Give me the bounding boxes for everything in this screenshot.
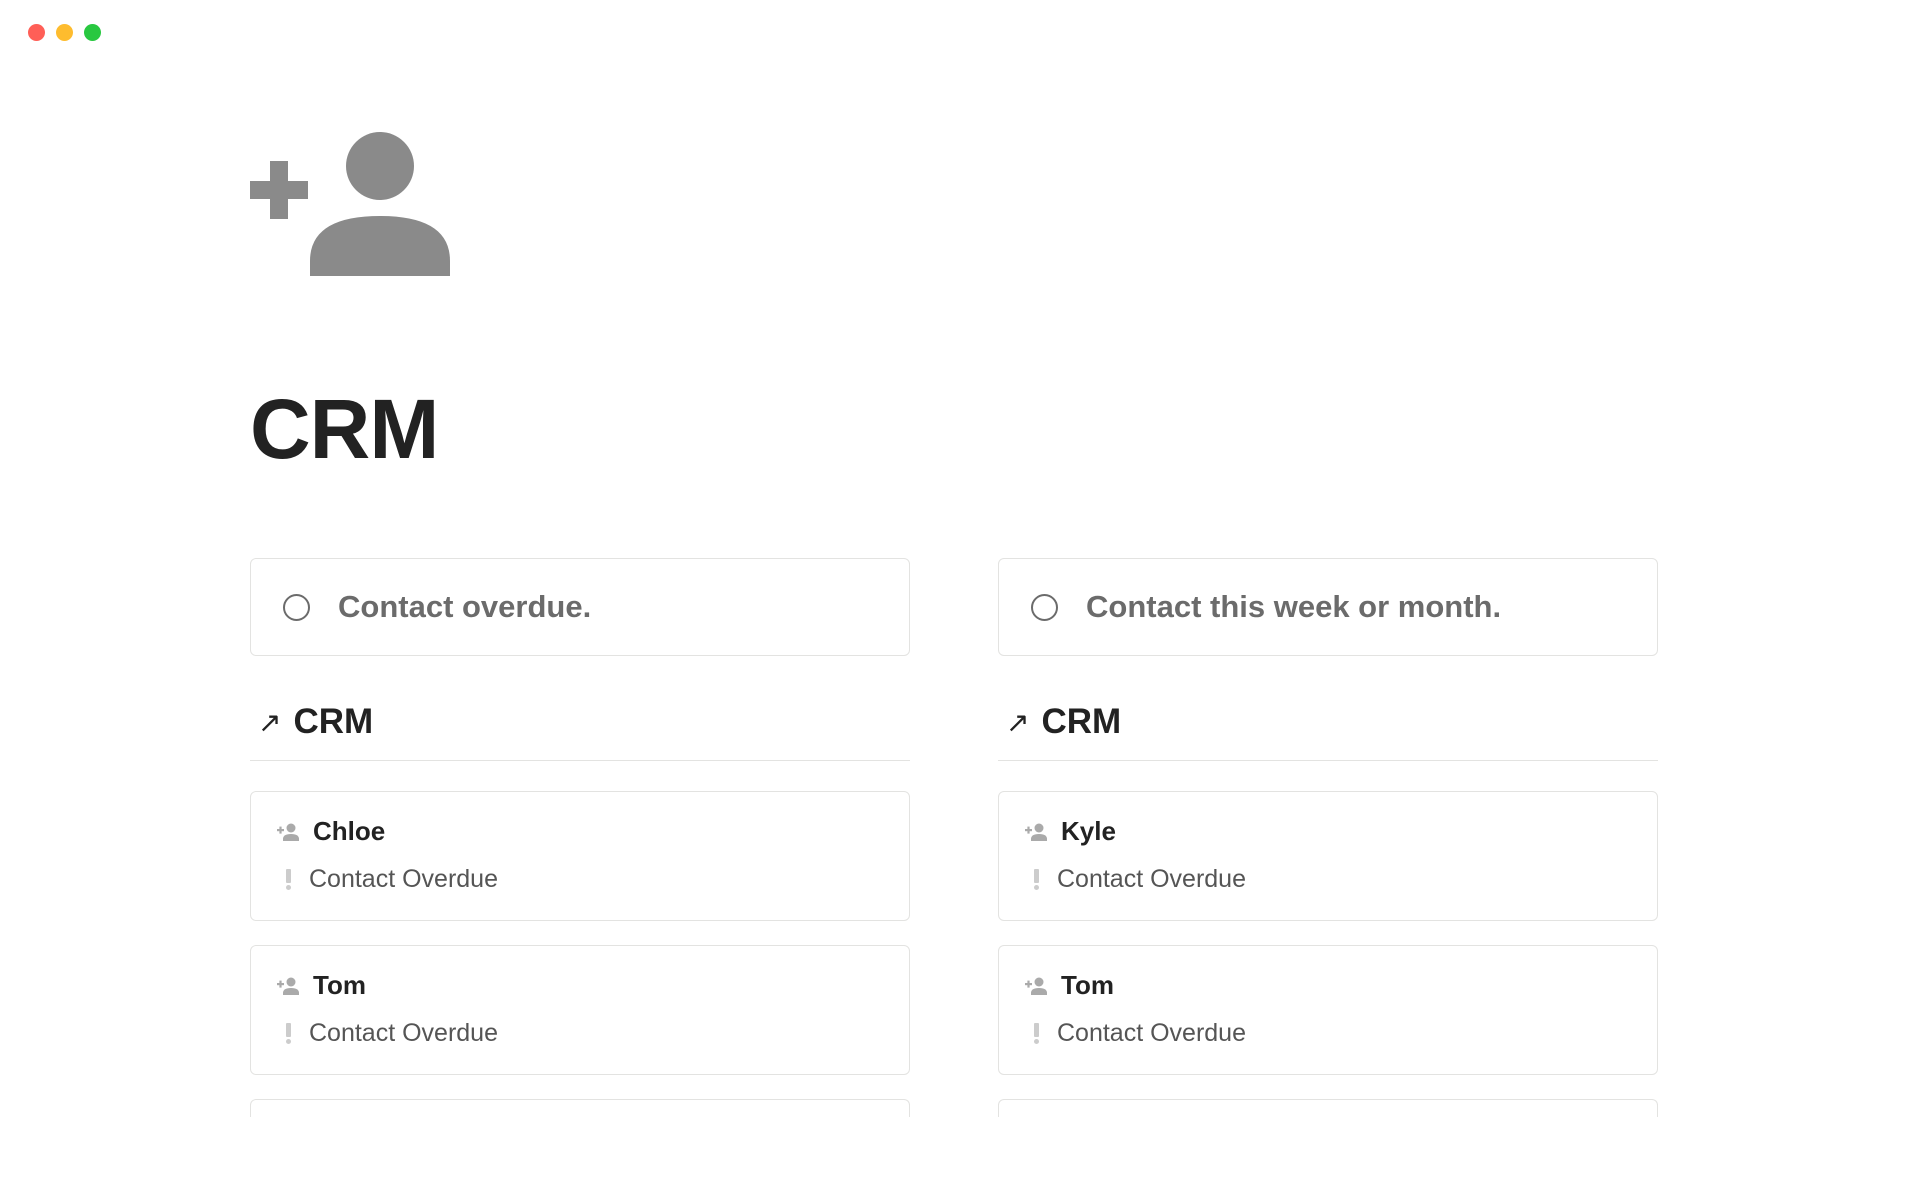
arrow-northeast-icon: ↗ xyxy=(1006,706,1029,739)
contact-status: Contact Overdue xyxy=(1057,1019,1246,1048)
contact-name: Kyle xyxy=(1061,816,1116,847)
contact-name-row: Tom xyxy=(277,970,883,1001)
person-add-icon xyxy=(1025,823,1047,841)
person-add-icon xyxy=(250,131,450,276)
contact-name: Tom xyxy=(1061,970,1114,1001)
contact-status-row: Contact Overdue xyxy=(1025,865,1631,894)
arrow-northeast-icon: ↗ xyxy=(258,706,281,739)
window-close-button[interactable] xyxy=(28,24,45,41)
window-controls xyxy=(0,0,1920,41)
section-header[interactable]: ↗ CRM xyxy=(250,684,910,761)
contact-card-partial[interactable] xyxy=(998,1099,1658,1117)
contact-name: Chloe xyxy=(313,816,385,847)
callout-box[interactable]: Contact this week or month. xyxy=(998,558,1658,656)
person-add-icon xyxy=(277,823,299,841)
circle-icon xyxy=(283,594,310,621)
contact-status: Contact Overdue xyxy=(309,1019,498,1048)
column-this-week: Contact this week or month. ↗ CRM Kyle xyxy=(998,558,1658,1117)
contact-status-row: Contact Overdue xyxy=(277,1019,883,1048)
contact-name-row: Chloe xyxy=(277,816,883,847)
exclamation-icon xyxy=(283,1023,293,1045)
section-header[interactable]: ↗ CRM xyxy=(998,684,1658,761)
contact-status-row: Contact Overdue xyxy=(277,865,883,894)
page-content: CRM Contact overdue. ↗ CRM xyxy=(0,41,1920,1117)
contact-status-row: Contact Overdue xyxy=(1025,1019,1631,1048)
contact-name-row: Tom xyxy=(1025,970,1631,1001)
section-title: CRM xyxy=(293,702,373,742)
person-add-icon xyxy=(1025,977,1047,995)
exclamation-icon xyxy=(1031,1023,1041,1045)
page-title: CRM xyxy=(250,381,1670,478)
window-maximize-button[interactable] xyxy=(84,24,101,41)
section-title: CRM xyxy=(1041,702,1121,742)
contact-card[interactable]: Tom Contact Overdue xyxy=(998,945,1658,1075)
circle-icon xyxy=(1031,594,1058,621)
contact-name: Tom xyxy=(313,970,366,1001)
callout-text: Contact overdue. xyxy=(338,589,591,625)
contact-card-partial[interactable] xyxy=(250,1099,910,1117)
callout-box[interactable]: Contact overdue. xyxy=(250,558,910,656)
exclamation-icon xyxy=(1031,869,1041,891)
page-icon[interactable] xyxy=(250,131,1670,281)
person-add-icon xyxy=(277,977,299,995)
contact-status: Contact Overdue xyxy=(1057,865,1246,894)
callout-text: Contact this week or month. xyxy=(1086,589,1501,625)
exclamation-icon xyxy=(283,869,293,891)
contact-card[interactable]: Kyle Contact Overdue xyxy=(998,791,1658,921)
column-overdue: Contact overdue. ↗ CRM Chloe xyxy=(250,558,910,1117)
contact-name-row: Kyle xyxy=(1025,816,1631,847)
window-minimize-button[interactable] xyxy=(56,24,73,41)
columns-container: Contact overdue. ↗ CRM Chloe xyxy=(250,558,1670,1117)
contact-card[interactable]: Tom Contact Overdue xyxy=(250,945,910,1075)
contact-status: Contact Overdue xyxy=(309,865,498,894)
contact-card[interactable]: Chloe Contact Overdue xyxy=(250,791,910,921)
